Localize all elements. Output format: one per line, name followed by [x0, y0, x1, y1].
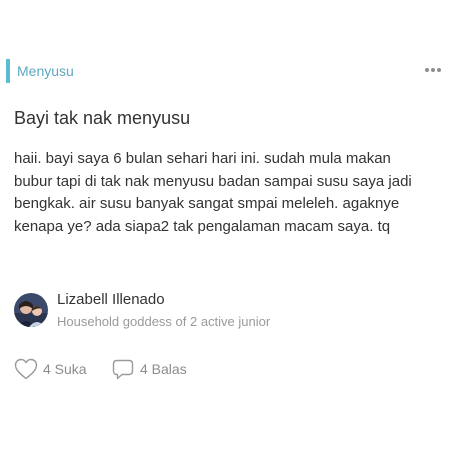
author-tagline: Household goddess of 2 active junior — [57, 314, 271, 329]
more-horizontal-icon — [425, 68, 441, 72]
author-block: Lizabell Illenado Household goddess of 2… — [14, 291, 414, 331]
like-count-label: 4 Suka — [43, 361, 87, 377]
like-button[interactable]: 4 Suka — [14, 356, 87, 382]
topic-accent-bar — [6, 59, 10, 83]
avatar[interactable] — [14, 293, 48, 327]
post-title: Bayi tak nak menyusu — [14, 108, 191, 128]
reply-count-label: 4 Balas — [140, 361, 187, 377]
post-card: Menyusu Bayi tak nak menyusu haii. bayi … — [0, 0, 450, 450]
post-actions: 4 Suka 4 Balas — [14, 356, 314, 382]
more-options-button[interactable] — [422, 61, 444, 79]
post-body: haii. bayi saya 6 bulan sehari hari ini.… — [14, 150, 412, 235]
reply-button[interactable]: 4 Balas — [111, 356, 187, 382]
heart-icon — [14, 358, 38, 380]
author-name[interactable]: Lizabell Illenado — [57, 291, 165, 309]
topic-label[interactable]: Menyusu — [17, 62, 74, 80]
topic-header: Menyusu — [6, 59, 444, 83]
comment-icon — [112, 359, 134, 380]
